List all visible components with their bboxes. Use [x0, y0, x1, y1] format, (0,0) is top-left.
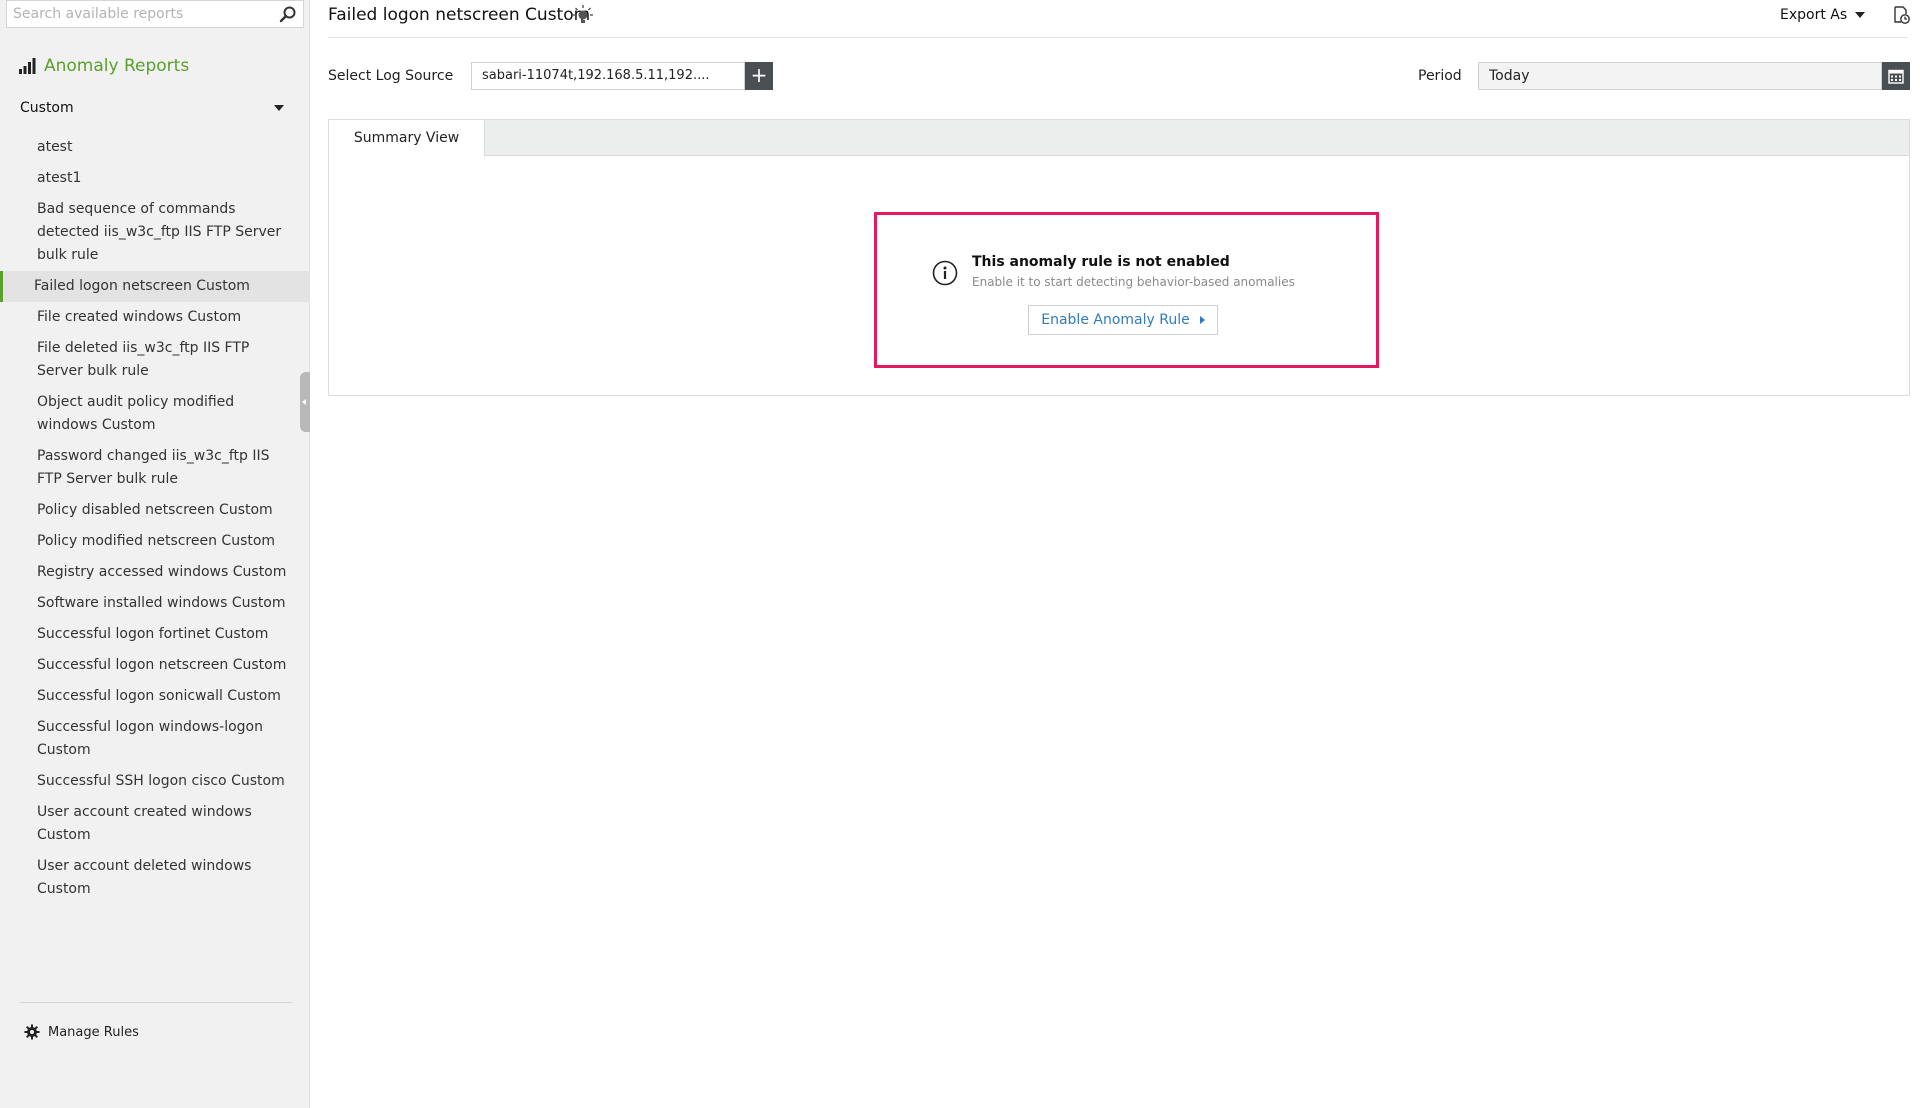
sidebar: Anomaly Reports Custom atestatest1Bad se… — [0, 0, 310, 1108]
notice-title: This anomaly rule is not enabled — [972, 254, 1230, 270]
calendar-button[interactable] — [1882, 62, 1910, 90]
calendar-icon — [1888, 69, 1904, 84]
schedule-report-icon[interactable] — [1892, 6, 1910, 24]
log-source-label: Select Log Source — [328, 68, 454, 84]
main-content: Failed logon netscreen Custom Export As … — [310, 0, 1920, 1108]
info-icon — [932, 260, 958, 286]
report-list-item[interactable]: File created windows Custom — [0, 302, 310, 333]
report-list-item[interactable]: Successful SSH logon cisco Custom — [0, 766, 310, 797]
bar-chart-icon — [19, 58, 36, 74]
report-list-item[interactable]: Password changed iis_w3c_ftp IIS FTP Ser… — [0, 441, 310, 495]
report-list-item[interactable]: File deleted iis_w3c_ftp IIS FTP Server … — [0, 333, 310, 387]
report-list-item[interactable]: Successful logon windows-logon Custom — [0, 712, 310, 766]
report-list-item[interactable]: atest1 — [0, 163, 310, 194]
report-list-item[interactable]: User account deleted windows Custom — [0, 851, 310, 905]
report-list-item[interactable]: atest — [0, 132, 310, 163]
notice-subtitle: Enable it to start detecting behavior-ba… — [972, 275, 1295, 289]
report-list-item[interactable]: Successful logon sonicwall Custom — [0, 681, 310, 712]
report-list-item[interactable]: Bad sequence of commands detected iis_w3… — [0, 194, 310, 271]
category-label: Custom — [20, 100, 74, 116]
export-as-dropdown[interactable]: Export As — [1780, 7, 1866, 23]
chevron-down-icon — [1855, 12, 1866, 18]
report-list-item[interactable]: Policy disabled netscreen Custom — [0, 495, 310, 526]
page-title: Failed logon netscreen Custom — [328, 5, 591, 25]
sidebar-divider — [20, 1002, 292, 1003]
log-source-field[interactable]: sabari-11074t,192.168.5.11,192.... — [471, 62, 745, 90]
report-search-box — [6, 0, 304, 28]
tab-summary-view[interactable]: Summary View — [329, 120, 485, 157]
manage-rules-link[interactable]: Manage Rules — [24, 1024, 139, 1040]
period-field[interactable]: Today — [1478, 62, 1882, 90]
export-as-label: Export As — [1780, 7, 1848, 23]
lightbulb-icon[interactable] — [572, 4, 594, 26]
report-list-item[interactable]: Registry accessed windows Custom — [0, 557, 310, 588]
manage-rules-label: Manage Rules — [48, 1024, 139, 1040]
tab-bar: Summary View — [329, 120, 1909, 157]
search-icon[interactable] — [279, 5, 297, 23]
add-log-source-button[interactable]: + — [745, 62, 773, 90]
enable-button-label: Enable Anomaly Rule — [1041, 312, 1190, 328]
report-list-item[interactable]: Object audit policy modified windows Cus… — [0, 387, 310, 441]
report-content-panel: Summary View This anomaly rule is not en… — [328, 119, 1910, 396]
report-list-item[interactable]: Software installed windows Custom — [0, 588, 310, 619]
chevron-right-icon — [1199, 316, 1205, 324]
sidebar-collapse-handle[interactable] — [300, 372, 310, 432]
period-label: Period — [1418, 68, 1462, 84]
section-title: Anomaly Reports — [44, 56, 190, 76]
rule-disabled-notice: This anomaly rule is not enabled Enable … — [874, 212, 1379, 368]
report-list-item[interactable]: User account created windows Custom — [0, 797, 310, 851]
report-list-item[interactable]: Successful logon fortinet Custom — [0, 619, 310, 650]
report-list-item[interactable]: Policy modified netscreen Custom — [0, 526, 310, 557]
search-input[interactable] — [7, 1, 267, 27]
anomaly-reports-heading: Anomaly Reports — [18, 56, 189, 76]
report-list-item[interactable]: Failed logon netscreen Custom — [0, 271, 310, 302]
gear-icon — [24, 1024, 40, 1040]
page-header: Failed logon netscreen Custom Export As — [328, 0, 1910, 38]
enable-anomaly-rule-button[interactable]: Enable Anomaly Rule — [1028, 305, 1218, 335]
chevron-down-icon — [274, 105, 284, 111]
report-list: atest atest1 Bad sequence of commands dete… — [0, 132, 310, 905]
category-custom[interactable]: Custom — [20, 100, 298, 116]
report-list-item[interactable]: Successful logon netscreen Custom — [0, 650, 310, 681]
